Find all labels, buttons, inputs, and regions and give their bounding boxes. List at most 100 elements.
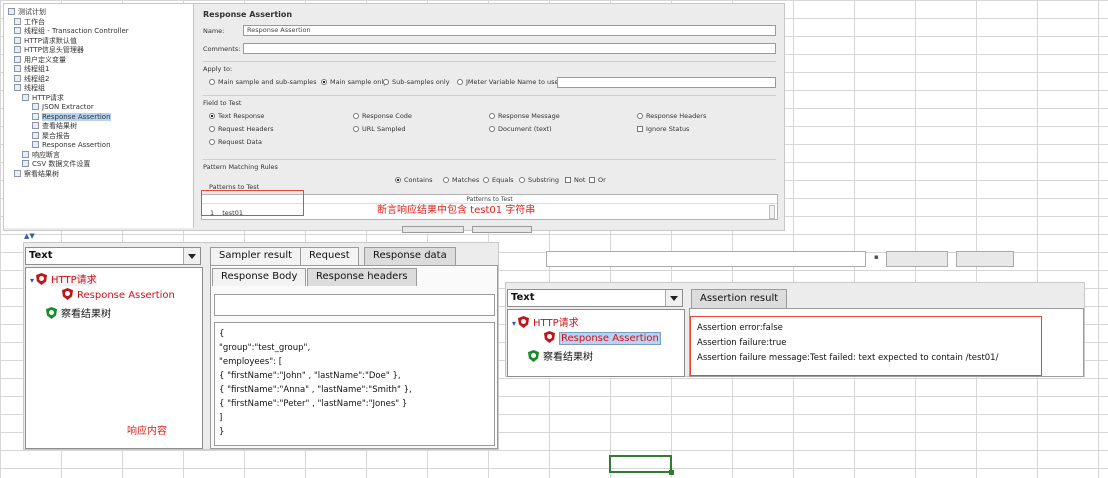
contains-radio[interactable]: Contains bbox=[395, 176, 432, 184]
chevron-down-icon[interactable] bbox=[183, 248, 200, 264]
tree-node[interactable]: 聚合报告 bbox=[8, 131, 193, 142]
tree-node[interactable]: 响应断言 bbox=[8, 150, 193, 161]
not-checkbox[interactable]: Not bbox=[565, 176, 585, 184]
assertion-result-box: Assertion error:false Assertion failure:… bbox=[690, 316, 1042, 376]
sampler-icon bbox=[22, 93, 29, 101]
tree-item-result-tree[interactable]: 察看结果树 bbox=[46, 305, 111, 320]
ignore-status-checkbox[interactable]: Ignore Status bbox=[637, 125, 689, 133]
results-tree-window-right: Text ▾ HTTP请求 Response Assertion 察看结果树 As… bbox=[505, 282, 1085, 377]
thread-group-icon bbox=[14, 74, 21, 82]
tree-node[interactable]: 察看结果树 bbox=[8, 169, 193, 180]
request-headers-radio[interactable]: Request Headers bbox=[209, 125, 274, 133]
code-line: ] bbox=[219, 413, 223, 423]
tree-item-assertion[interactable]: Response Assertion bbox=[62, 288, 175, 301]
apply-sub-only-radio[interactable]: Sub-samples only bbox=[383, 78, 450, 86]
tree-node[interactable]: 线程组 bbox=[8, 84, 193, 94]
chevron-down-icon[interactable] bbox=[665, 290, 682, 306]
extractor-icon bbox=[32, 103, 39, 110]
failed-shield-icon bbox=[62, 288, 73, 300]
tree-item-http-request[interactable]: ▾ HTTP请求 bbox=[512, 314, 579, 329]
apply-main-sub-radio[interactable]: Main sample and sub-samples bbox=[209, 78, 317, 86]
comments-row: Comments: bbox=[203, 43, 776, 55]
matches-radio[interactable]: Matches bbox=[443, 176, 479, 184]
config-icon bbox=[14, 36, 21, 44]
assertion-icon bbox=[32, 112, 39, 120]
result-line: Assertion error:false bbox=[697, 323, 783, 333]
apply-variable-radio[interactable]: JMeter Variable Name to use bbox=[457, 78, 559, 86]
renderer-select-right[interactable]: Text bbox=[507, 289, 683, 307]
tab-request[interactable]: Request bbox=[300, 247, 359, 265]
renderer-select[interactable]: Text bbox=[25, 247, 201, 265]
expand-arrow-icon[interactable]: ▾ bbox=[30, 276, 34, 285]
add-button[interactable] bbox=[402, 226, 464, 233]
result-line: Assertion failure:true bbox=[697, 338, 787, 348]
equals-radio[interactable]: Equals bbox=[483, 176, 514, 184]
listener-icon bbox=[32, 122, 39, 129]
browse-button[interactable] bbox=[886, 251, 948, 267]
document-radio[interactable]: Document (text) bbox=[489, 125, 552, 133]
sample-tree-right: ▾ HTTP请求 Response Assertion 察看结果树 bbox=[507, 309, 685, 377]
tree-node[interactable]: 测试计划 bbox=[8, 8, 193, 18]
comments-label: Comments: bbox=[203, 45, 241, 53]
tree-node[interactable]: 查看结果树 bbox=[8, 122, 193, 132]
delete-button[interactable] bbox=[472, 226, 532, 233]
tab-assertion-result[interactable]: Assertion result bbox=[691, 289, 788, 309]
filename-input[interactable] bbox=[546, 251, 866, 267]
expand-arrow-icon[interactable]: ▾ bbox=[512, 319, 516, 328]
thread-group-icon bbox=[14, 84, 21, 91]
pattern-scrollbar[interactable] bbox=[769, 205, 775, 219]
configure-button[interactable] bbox=[956, 251, 1014, 267]
response-message-radio[interactable]: Response Message bbox=[489, 112, 560, 120]
tree-node[interactable]: 线程组1 bbox=[8, 65, 193, 75]
response-headers-radio[interactable]: Response Headers bbox=[637, 112, 706, 120]
tree-node[interactable]: CSV 数据文件设置 bbox=[8, 160, 193, 170]
text-response-radio[interactable]: Text Response bbox=[209, 112, 264, 120]
results-tree-window-left: Text ▾ HTTP请求 Response Assertion 察看结果树 响应… bbox=[23, 242, 499, 450]
form-title: Response Assertion bbox=[203, 10, 293, 19]
listener-icon bbox=[14, 169, 21, 177]
subtab-response-body[interactable]: Response Body bbox=[212, 268, 307, 286]
tree-item-assertion[interactable]: Response Assertion bbox=[544, 331, 661, 345]
response-annotation: 响应内容 bbox=[127, 426, 167, 437]
request-data-radio[interactable]: Request Data bbox=[209, 138, 262, 146]
tab-sampler-result[interactable]: Sampler result bbox=[210, 247, 302, 265]
collapse-arrows-icon[interactable]: ▲▼ bbox=[24, 233, 44, 240]
tab-response-data[interactable]: Response data bbox=[364, 247, 456, 265]
failed-shield-icon bbox=[36, 273, 48, 285]
subtab-response-headers[interactable]: Response headers bbox=[307, 268, 417, 286]
renderer-select-value: Text bbox=[511, 292, 535, 303]
selected-cell[interactable] bbox=[609, 455, 674, 475]
tree-node[interactable]: HTTP请求默认值 bbox=[8, 36, 193, 47]
tree-node[interactable]: 线程组2 bbox=[8, 74, 193, 85]
tree-node[interactable]: HTTP信息头管理器 bbox=[8, 46, 193, 56]
tree-item-http-request[interactable]: ▾ HTTP请求 bbox=[30, 271, 97, 286]
response-code-radio[interactable]: Response Code bbox=[353, 112, 412, 120]
response-body-text[interactable]: { "group":"test_group", "employees": [ {… bbox=[214, 322, 495, 446]
variable-name-input[interactable] bbox=[557, 77, 776, 88]
pattern-highlight-box bbox=[201, 190, 304, 216]
substring-radio[interactable]: Substring bbox=[519, 176, 559, 184]
test-plan-icon bbox=[8, 8, 15, 15]
code-line: { "firstName":"Anna" , "lastName":"Smith… bbox=[219, 385, 412, 395]
apply-main-only-radio[interactable]: Main sample only bbox=[321, 78, 387, 86]
tree-item-result-tree[interactable]: 察看结果树 bbox=[528, 348, 593, 363]
comments-input[interactable] bbox=[243, 43, 776, 54]
tree-node[interactable]: 线程组 - Transaction Controller bbox=[8, 27, 193, 37]
response-data-panel: Response Body Response headers { "group"… bbox=[210, 265, 498, 449]
tree-node[interactable]: 工作台 bbox=[8, 17, 193, 28]
tree-node-selected[interactable]: Response Assertion bbox=[8, 112, 193, 123]
name-label: Name: bbox=[203, 27, 225, 35]
tree-node[interactable]: JSON Extractor bbox=[8, 103, 193, 113]
tree-node[interactable]: HTTP请求 bbox=[8, 93, 193, 104]
tree-node[interactable]: 用户定义变量 bbox=[8, 55, 193, 66]
tree-node[interactable]: Response Assertion bbox=[8, 141, 193, 151]
search-input[interactable] bbox=[214, 294, 495, 316]
or-checkbox[interactable]: Or bbox=[589, 176, 606, 184]
field-to-test-title: Field to Test bbox=[203, 99, 242, 107]
listener-icon bbox=[32, 131, 39, 139]
pattern-rules-group: Pattern Matching Rules Contains Matches … bbox=[203, 159, 776, 189]
name-input[interactable]: Response Assertion bbox=[243, 25, 776, 36]
url-sampled-radio[interactable]: URL Sampled bbox=[353, 125, 405, 133]
pattern-rules-title: Pattern Matching Rules bbox=[203, 163, 278, 171]
response-assertion-window: 测试计划 工作台 线程组 - Transaction Controller HT… bbox=[3, 3, 785, 231]
